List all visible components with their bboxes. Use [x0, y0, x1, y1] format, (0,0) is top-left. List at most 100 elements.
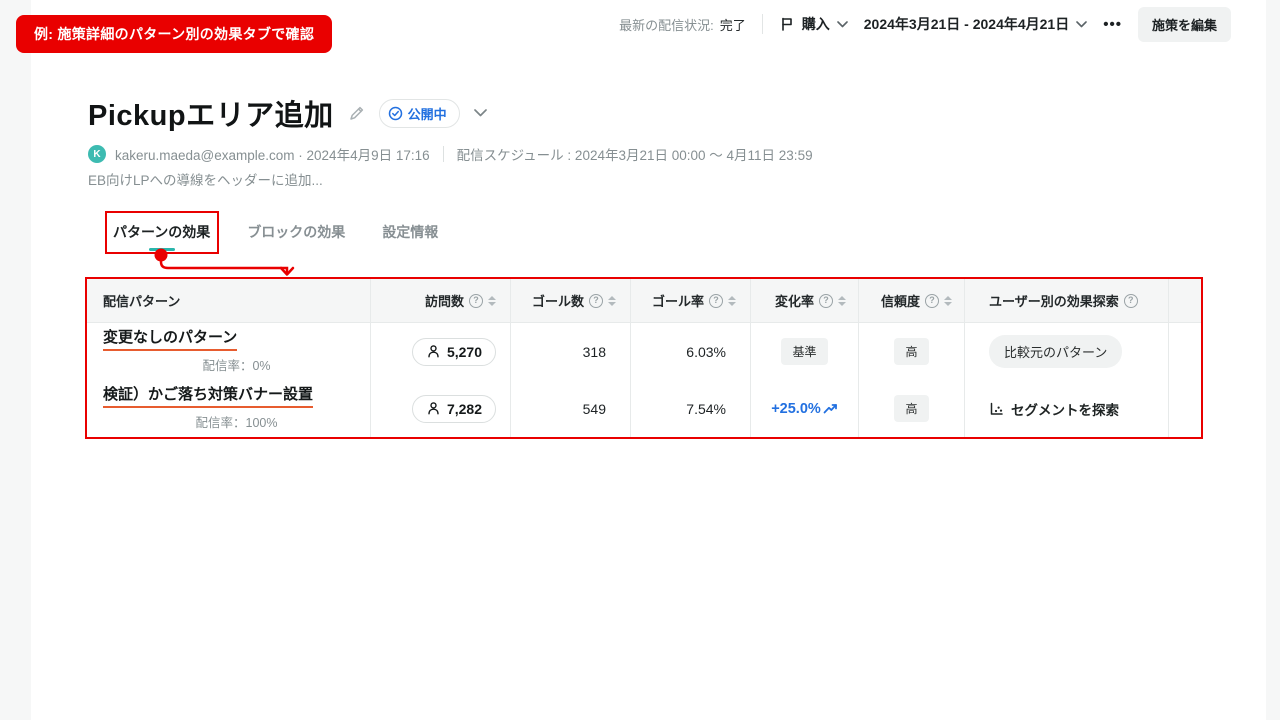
tab-settings[interactable]: 設定情報: [382, 222, 438, 248]
help-icon[interactable]: [1123, 293, 1138, 308]
publish-status-label: 公開中: [407, 106, 447, 122]
col-header-confidence[interactable]: 信頼度: [858, 279, 964, 322]
col-header-goal-rate[interactable]: ゴール率: [630, 279, 750, 322]
sort-icon[interactable]: [608, 295, 616, 306]
col-header-explore: ユーザー別の効果探索: [964, 279, 1168, 322]
title-row: Pickupエリア追加 公開中: [88, 92, 487, 134]
goals-cell: 318: [510, 323, 630, 380]
col-header-label: 変化率: [774, 294, 814, 309]
pattern-name-link[interactable]: 変更なしのパターン: [103, 329, 238, 352]
campaign-description: EB向けLPへの導線をヘッダーに追加...: [88, 173, 323, 188]
goal-rate-cell: 7.54%: [630, 380, 750, 437]
left-gutter: [0, 0, 31, 720]
sort-icon[interactable]: [838, 295, 846, 306]
change-rate-cell: +25.0%: [750, 380, 858, 437]
tab-block-effect[interactable]: ブロックの効果: [247, 222, 345, 248]
campaign-detail-page: 例: 施策詳細のパターン別の効果タブで確認 最新の配信状況: 完了 購入 202…: [0, 0, 1280, 720]
visits-value: 7,282: [446, 400, 482, 417]
pattern-cell: 変更なしのパターン 配信率：0%: [87, 323, 370, 380]
visits-count-pill[interactable]: 5,270: [411, 337, 496, 366]
flag-icon: [779, 16, 795, 32]
delivery-status: 最新の配信状況: 完了: [619, 15, 746, 34]
table-row-baseline-pattern: 変更なしのパターン 配信率：0% 5,270 318 6.03% 基準 高 比較…: [87, 323, 1201, 380]
annotation-arrow: [154, 248, 295, 276]
explore-segments-link[interactable]: セグメントを探索: [989, 399, 1119, 419]
goal-rate-value: 6.03%: [686, 343, 726, 360]
author-and-date: kakeru.maeda@example.com · 2024年4月9日 17:…: [115, 148, 430, 163]
change-rate-text: +25.0%: [771, 400, 821, 417]
sort-icon[interactable]: [488, 295, 496, 306]
trend-up-icon: [823, 402, 838, 415]
delivery-status-label: 最新の配信状況:: [619, 17, 714, 33]
goal-selector-label: 購入: [801, 16, 830, 32]
edit-campaign-button[interactable]: 施策を編集: [1137, 6, 1231, 42]
col-header-visits[interactable]: 訪問数: [370, 279, 510, 322]
goal-rate-value: 7.54%: [686, 400, 726, 417]
baseline-badge: 基準: [781, 338, 828, 365]
change-rate-cell: 基準: [750, 323, 858, 380]
tab-pattern-effect[interactable]: パターンの効果: [113, 222, 210, 248]
col-header-label: 信頼度: [880, 294, 920, 309]
date-range-selector[interactable]: 2024年3月21日 - 2024年4月21日: [863, 14, 1088, 34]
col-header-label: ゴール率: [651, 294, 704, 309]
pattern-name-link[interactable]: 検証）かご落ち対策バナー設置: [103, 386, 314, 409]
table-header-row: 配信パターン 訪問数 ゴール数 ゴール率 変化率: [87, 279, 1201, 323]
row-spacer: [1168, 380, 1201, 437]
chevron-down-icon: [1076, 20, 1088, 28]
col-header-spacer: [1168, 279, 1201, 322]
confidence-cell: 高: [858, 380, 964, 437]
avatar: K: [88, 145, 106, 163]
explore-cell: セグメントを探索: [964, 380, 1168, 437]
check-circle-icon: [388, 106, 403, 121]
goals-value: 549: [582, 400, 606, 417]
date-range-label: 2024年3月21日 - 2024年4月21日: [863, 16, 1070, 32]
person-icon: [426, 344, 441, 359]
col-header-change-rate[interactable]: 変化率: [750, 279, 858, 322]
confidence-badge: 高: [894, 395, 929, 422]
chevron-down-icon: [836, 20, 848, 28]
sort-icon[interactable]: [728, 295, 736, 306]
scatter-chart-icon: [989, 402, 1004, 416]
col-header-label: 訪問数: [424, 294, 464, 309]
explore-segments-label: セグメントを探索: [1011, 402, 1119, 418]
col-header-goals[interactable]: ゴール数: [510, 279, 630, 322]
goal-selector[interactable]: 購入: [779, 14, 848, 34]
visits-cell: 7,282: [370, 380, 510, 437]
change-rate-value: +25.0%: [771, 401, 838, 417]
delivery-rate-label: 配信率：0%: [202, 359, 271, 374]
delivery-rate-label: 配信率：100%: [195, 416, 278, 431]
goal-rate-cell: 6.03%: [630, 323, 750, 380]
goals-value: 318: [582, 343, 606, 360]
more-menu-button[interactable]: •••: [1103, 16, 1122, 33]
publish-status-badge[interactable]: 公開中: [378, 98, 460, 128]
delivery-schedule: 配信スケジュール : 2024年3月21日 00:00 〜 4月11日 23:5…: [456, 148, 813, 163]
help-icon[interactable]: [819, 293, 833, 308]
help-icon[interactable]: [925, 293, 939, 308]
topbar: 最新の配信状況: 完了 購入 2024年3月21日 - 2024年4月21日 •…: [619, 6, 1231, 42]
tab-bar: パターンの効果 ブロックの効果 設定情報: [113, 222, 438, 248]
sort-icon[interactable]: [944, 295, 952, 306]
row-spacer: [1168, 323, 1201, 380]
pattern-effect-table: 配信パターン 訪問数 ゴール数 ゴール率 変化率: [85, 277, 1203, 439]
meta-row: K kakeru.maeda@example.com · 2024年4月9日 1…: [88, 144, 813, 164]
pattern-cell: 検証）かご落ち対策バナー設置 配信率：100%: [87, 380, 370, 437]
col-header-label: ゴール数: [531, 294, 584, 309]
confidence-badge: 高: [894, 338, 929, 365]
visits-cell: 5,270: [370, 323, 510, 380]
page-title: Pickupエリア追加: [88, 100, 334, 132]
person-icon: [426, 401, 441, 416]
topbar-divider: [761, 14, 763, 34]
right-gutter: [1266, 0, 1280, 720]
annotation-callout: 例: 施策詳細のパターン別の効果タブで確認: [16, 15, 333, 53]
edit-title-icon[interactable]: [348, 105, 365, 122]
table-row-test-pattern: 検証）かご落ち対策バナー設置 配信率：100% 7,282 549 7.54%: [87, 380, 1201, 437]
delivery-status-value: 完了: [719, 17, 746, 33]
col-header-label: 配信パターン: [103, 294, 181, 309]
goals-cell: 549: [510, 380, 630, 437]
visits-count-pill[interactable]: 7,282: [411, 394, 496, 423]
help-icon[interactable]: [469, 293, 483, 308]
help-icon[interactable]: [589, 293, 603, 308]
chevron-down-icon[interactable]: [473, 109, 487, 117]
help-icon[interactable]: [709, 293, 723, 308]
explore-cell: 比較元のパターン: [964, 323, 1168, 380]
